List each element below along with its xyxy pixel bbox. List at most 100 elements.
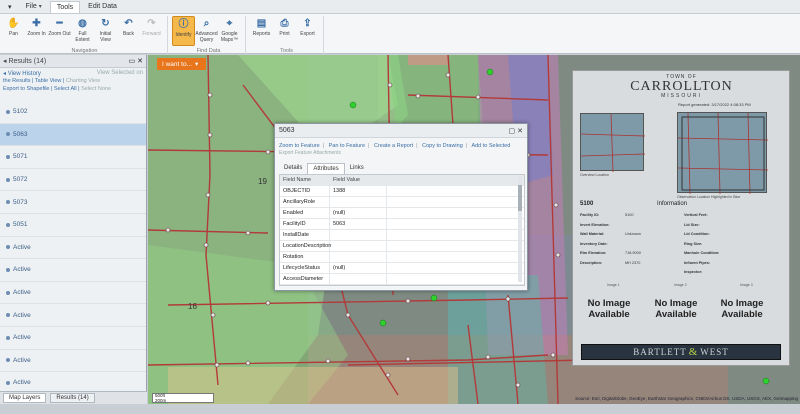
create-report-link[interactable]: Create a Report: [374, 143, 413, 149]
result-item-label: 5102: [13, 108, 28, 116]
scrollbar[interactable]: [518, 177, 522, 282]
results-link[interactable]: the Results: [3, 78, 31, 84]
print-button[interactable]: ⎙ Print: [273, 16, 296, 46]
table-row[interactable]: AccessDiameter: [280, 274, 524, 285]
report-field: Rim Elevation: 718.9000: [580, 251, 641, 255]
pan-to-feature-link[interactable]: Pan to Feature: [329, 143, 365, 149]
table-view-link[interactable]: Table View: [35, 78, 62, 84]
result-item[interactable]: Active: [0, 350, 146, 373]
back-button[interactable]: ↶ Back: [117, 16, 140, 46]
result-item[interactable]: 5072: [0, 169, 146, 192]
maximize-icon[interactable]: ▢: [509, 128, 516, 135]
report-field: Lid Condition:: [684, 232, 710, 236]
report-field: Manhole Condition:: [684, 251, 720, 255]
tab-attributes[interactable]: Attributes: [307, 163, 345, 174]
field-value-cell: (null): [330, 263, 387, 273]
select-all-link[interactable]: Select All: [54, 86, 77, 92]
dialog-titlebar[interactable]: 5063 ▢ ✕: [275, 124, 527, 138]
view-selected-link[interactable]: View Selected on: [97, 70, 143, 76]
report-preview: TOWN OF CARROLLTON MISSOURI Report gener…: [572, 70, 790, 366]
result-item[interactable]: Active: [0, 304, 146, 327]
globe-icon: ◍: [78, 17, 87, 29]
close-icon[interactable]: ✕: [137, 58, 143, 65]
advanced-query-button[interactable]: ⌕ Advanced Query: [195, 16, 218, 46]
result-item[interactable]: 5102: [0, 101, 146, 124]
field-name-cell: LifecycleStatus: [280, 263, 330, 273]
report-field: Ring Size:: [684, 241, 703, 246]
table-row[interactable]: Enabled (null): [280, 208, 524, 219]
tab-details[interactable]: Details: [279, 163, 307, 174]
forward-button[interactable]: ↷ Forward: [140, 16, 163, 46]
zoom-in-button[interactable]: ✚ Zoom In: [25, 16, 48, 46]
tab-links[interactable]: Links: [345, 163, 369, 174]
zoom-out-button[interactable]: ━ Zoom Out: [48, 16, 71, 46]
charting-view-link[interactable]: Charting View: [66, 78, 100, 84]
result-item-label: Active: [13, 334, 31, 342]
scrollbar-thumb[interactable]: [518, 185, 522, 211]
ribbon-toolbar: ✋ Pan ✚ Zoom In ━ Zoom Out ◍ Full Extent ↻ In…: [0, 14, 800, 54]
map-label: 19: [258, 177, 267, 186]
edit-data-menu-tab[interactable]: Edit Data: [82, 1, 123, 12]
field-name-cell: OBJECTID: [280, 186, 330, 196]
forward-arrow-icon: ↷: [147, 17, 156, 29]
attributes-table: Field Name Field Value OBJECTID 1388 Ancil…: [279, 174, 525, 286]
tools-group-label: Tools: [280, 48, 293, 54]
field-value-cell: 1388: [330, 186, 387, 196]
google-maps-button[interactable]: ⌖ Google Maps™: [218, 16, 241, 46]
initial-view-button[interactable]: ↻ Initial View: [94, 16, 117, 46]
dialog-actions: Zoom to Feature | Pan to Feature | Create …: [279, 143, 511, 149]
result-item-label: 5063: [13, 130, 28, 138]
file-menu-button[interactable]: File ▾: [20, 1, 48, 12]
thumb-caption: Observation Location Highlighted in Blue: [677, 195, 741, 199]
identify-button[interactable]: ⓘ Identify: [172, 16, 195, 46]
result-item[interactable]: 5063: [0, 123, 146, 147]
i-want-to-button[interactable]: I want to... ▾: [157, 58, 206, 70]
result-item[interactable]: Active: [0, 259, 146, 282]
result-item[interactable]: 5073: [0, 191, 146, 214]
result-item[interactable]: Active: [0, 327, 146, 350]
add-to-selected-link[interactable]: Add to Selected: [471, 143, 510, 149]
copy-to-drawing-link[interactable]: Copy to Drawing: [422, 143, 463, 149]
table-row[interactable]: InstallDate: [280, 230, 524, 241]
pan-button[interactable]: ✋ Pan: [2, 16, 25, 46]
table-row[interactable]: Rotation: [280, 252, 524, 263]
table-row[interactable]: AncillaryRole: [280, 197, 524, 208]
table-row[interactable]: OBJECTID 1388: [280, 186, 524, 197]
table-row[interactable]: AccessType(null): [280, 285, 524, 286]
full-extent-button[interactable]: ◍ Full Extent: [71, 16, 94, 46]
export-icon: ⇪: [303, 17, 312, 29]
pin-icon: [6, 290, 10, 295]
select-none-link[interactable]: Select None: [81, 86, 111, 92]
result-item[interactable]: Active: [0, 282, 146, 305]
report-info-heading: Information: [657, 201, 688, 207]
app-menu-button[interactable]: ▾: [2, 1, 18, 13]
reports-button[interactable]: ▤ Reports: [250, 16, 273, 46]
table-row[interactable]: FacilityID 5063: [280, 219, 524, 230]
close-icon[interactable]: ✕: [517, 128, 523, 135]
result-item[interactable]: Active: [0, 237, 146, 260]
field-name-cell: AncillaryRole: [280, 197, 330, 207]
view-history-link[interactable]: ◂ View History: [3, 70, 41, 77]
table-header-row: Field Name Field Value: [280, 175, 524, 186]
result-item-label: 5051: [13, 221, 28, 229]
zoom-to-feature-link[interactable]: Zoom to Feature: [279, 143, 320, 149]
export-shapefile-link[interactable]: Export to Shapefile: [3, 86, 49, 92]
export-button[interactable]: ⇪ Export: [296, 16, 319, 46]
field-name-cell: LocationDescription: [280, 241, 331, 251]
results-panel: ◂ Results (14) ▭ ✕ ◂ View History View S…: [0, 55, 147, 395]
table-row[interactable]: LocationDescription: [280, 241, 524, 252]
table-row[interactable]: LifecycleStatus (null): [280, 263, 524, 274]
result-item[interactable]: 5051: [0, 214, 146, 237]
minimize-icon[interactable]: ▭: [129, 58, 136, 65]
field-value-cell: (null): [330, 208, 387, 218]
export-attachments-link[interactable]: Export Feature Attachments: [275, 149, 527, 157]
print-icon: ⎙: [280, 17, 289, 29]
dialog-title: 5063: [279, 127, 295, 134]
tab-results[interactable]: Results (14): [50, 393, 95, 403]
pin-icon: [6, 245, 10, 250]
tab-map-layers[interactable]: Map Layers: [3, 393, 47, 403]
tools-menu-tab[interactable]: Tools: [49, 0, 81, 13]
pin-icon: [6, 154, 10, 159]
result-item[interactable]: 5071: [0, 146, 146, 169]
field-value-cell: [330, 230, 387, 240]
